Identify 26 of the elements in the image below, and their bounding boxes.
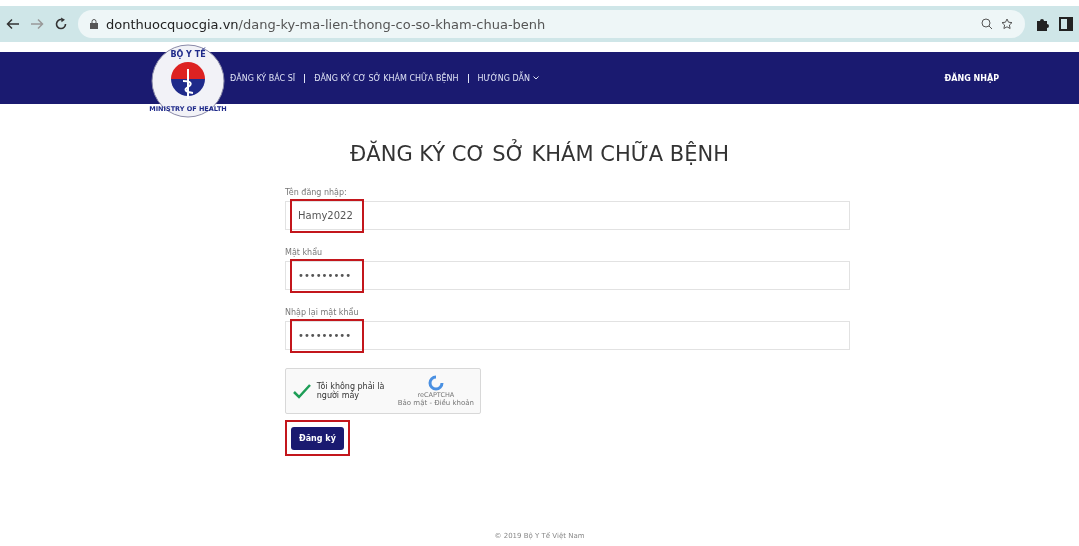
nav-link[interactable]: ĐĂNG KÝ CƠ SỞ KHÁM CHỮA BỆNH <box>314 73 459 83</box>
field-label: Nhập lại mật khẩu <box>285 308 360 317</box>
reload-icon[interactable] <box>54 17 68 31</box>
star-icon <box>1001 18 1013 30</box>
check-icon[interactable] <box>292 383 311 399</box>
lock-icon <box>90 19 98 29</box>
highlight-frame: ••••••••• <box>290 318 364 353</box>
url-text: donthuocquocgia.vn/dang-ky-ma-lien-thong-co-so-kham-chua-benh <box>106 16 547 32</box>
input-field[interactable]: Hamy2022 <box>285 201 850 230</box>
captcha-label: Tôi không phải là người máy <box>316 382 386 400</box>
side-panel-icon[interactable] <box>1059 17 1073 31</box>
input-field[interactable]: ••••••••• <box>285 261 850 290</box>
register-button[interactable]: Đăng ký <box>291 427 344 450</box>
recaptcha-logo-icon <box>427 375 444 391</box>
back-icon[interactable] <box>6 18 20 30</box>
nav-link[interactable]: ĐĂNG KÝ BÁC SĨ <box>230 73 296 83</box>
login-link[interactable]: ĐĂNG NHẬP <box>944 73 999 83</box>
address-bar[interactable]: donthuocquocgia.vn/dang-ky-ma-lien-thong-co-so-kham-chua-benh <box>78 10 1025 38</box>
nav-link[interactable]: HƯỚNG DẪN <box>477 73 540 83</box>
highlight-frame: ••••••••• <box>290 258 364 293</box>
field-label: Tên đăng nhập: <box>285 188 348 197</box>
highlight-frame: Hamy2022 <box>290 198 364 233</box>
field-label: Mật khẩu <box>285 248 324 257</box>
input-field[interactable]: ••••••••• <box>285 321 850 350</box>
puzzle-icon[interactable] <box>1035 17 1049 31</box>
search-icon <box>981 18 993 30</box>
